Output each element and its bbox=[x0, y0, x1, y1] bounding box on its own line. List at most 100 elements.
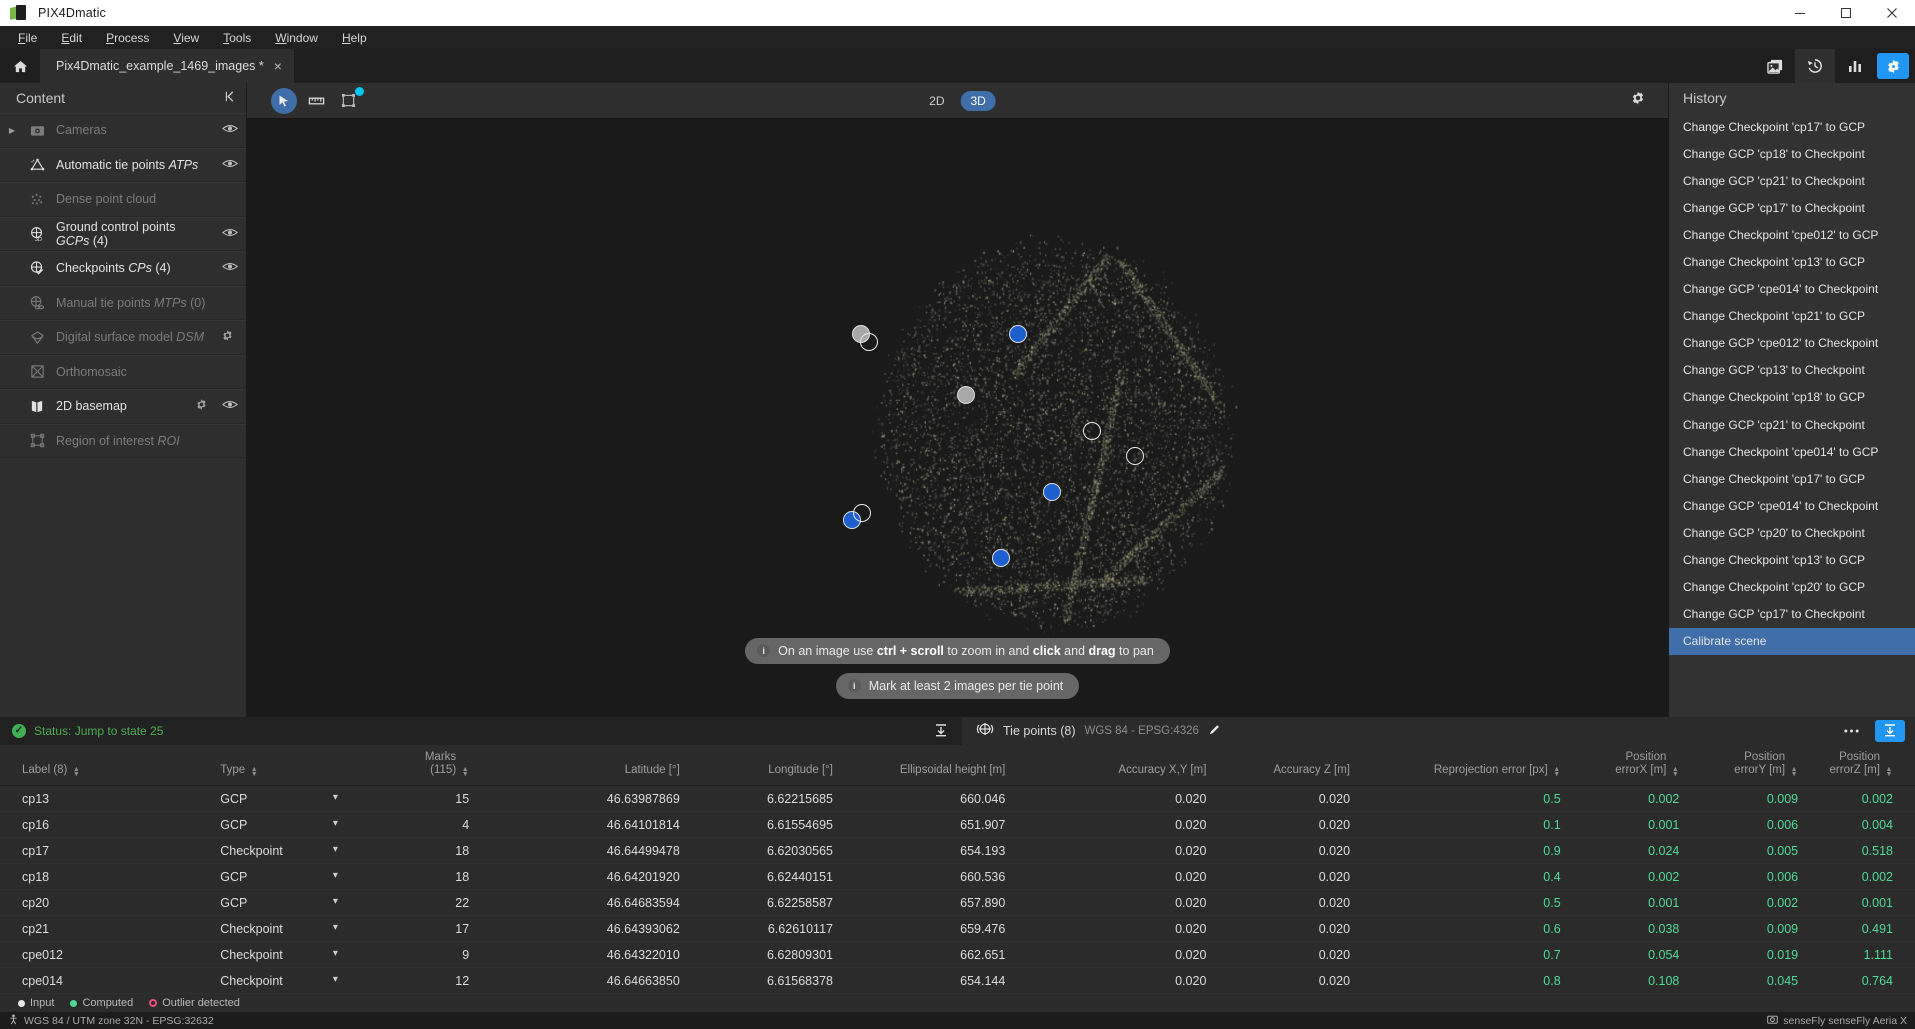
tie-point-marker-gcp[interactable] bbox=[1009, 325, 1027, 343]
sort-icon[interactable]: ▲▼ bbox=[1885, 767, 1893, 777]
menu-item-window[interactable]: Window bbox=[263, 29, 330, 47]
menu-item-tools[interactable]: Tools bbox=[211, 29, 263, 47]
visibility-eye-icon[interactable] bbox=[222, 123, 238, 137]
project-tab[interactable]: Pix4Dmatic_example_1469_images * × bbox=[40, 49, 294, 83]
sidebar-item-dense-point-cloud[interactable]: Dense point cloud bbox=[0, 182, 246, 217]
cell-type[interactable]: Checkpoint▾ bbox=[220, 942, 364, 968]
close-icon[interactable]: × bbox=[274, 59, 282, 73]
sidebar-item-manual-tie-points[interactable]: Manual tie points MTPs (0) bbox=[0, 286, 246, 321]
collapse-panel-icon[interactable] bbox=[223, 89, 238, 107]
cell-type[interactable]: GCP▾ bbox=[220, 812, 364, 838]
column-header-lon[interactable]: Longitude [°] bbox=[680, 745, 833, 786]
select-tool[interactable] bbox=[271, 88, 297, 114]
tie-point-marker-ring[interactable] bbox=[853, 504, 871, 522]
import-icon[interactable] bbox=[920, 717, 962, 745]
chevron-down-icon[interactable]: ▾ bbox=[333, 870, 364, 881]
chevron-down-icon[interactable]: ▾ bbox=[333, 818, 364, 829]
view-2d-button[interactable]: 2D bbox=[919, 91, 954, 111]
history-item[interactable]: Change GCP 'cp21' to Checkpoint bbox=[1669, 411, 1915, 438]
settings-icon[interactable] bbox=[1877, 53, 1909, 79]
column-header-errz[interactable]: PositionerrorZ [m]▲▼ bbox=[1798, 745, 1915, 786]
sort-icon[interactable]: ▲▼ bbox=[1553, 767, 1561, 777]
home-icon[interactable] bbox=[0, 49, 40, 83]
tie-point-marker-ring[interactable] bbox=[1126, 447, 1144, 465]
camera-status[interactable]: senseFly senseFly Aeria X bbox=[1767, 1014, 1907, 1028]
maximize-button[interactable] bbox=[1823, 0, 1869, 26]
history-item[interactable]: Change Checkpoint 'cp13' to GCP bbox=[1669, 547, 1915, 574]
tie-point-marker-gcp[interactable] bbox=[1043, 483, 1061, 501]
tie-point-marker-gcp[interactable] bbox=[992, 549, 1010, 567]
history-item[interactable]: Change GCP 'cp17' to Checkpoint bbox=[1669, 194, 1915, 221]
cell-type[interactable]: GCP▾ bbox=[220, 786, 364, 812]
point-cloud-canvas[interactable]: i On an image use ctrl + scroll to zoom … bbox=[247, 119, 1668, 717]
more-options-icon[interactable] bbox=[1836, 720, 1866, 742]
sort-icon[interactable]: ▲▼ bbox=[1790, 767, 1798, 777]
history-list[interactable]: Change Checkpoint 'cp17' to GCP Change GC… bbox=[1669, 113, 1915, 717]
sort-icon[interactable]: ▲▼ bbox=[461, 767, 469, 777]
column-header-reproj[interactable]: Reprojection error [px]▲▼ bbox=[1350, 745, 1561, 786]
history-item[interactable]: Change GCP 'cpe012' to Checkpoint bbox=[1669, 330, 1915, 357]
history-item[interactable]: Calibrate scene bbox=[1669, 628, 1915, 655]
history-item[interactable]: Change GCP 'cpe014' to Checkpoint bbox=[1669, 492, 1915, 519]
column-header-label[interactable]: Label (8)▲▼ bbox=[0, 745, 220, 786]
menu-item-view[interactable]: View bbox=[161, 29, 211, 47]
cell-type[interactable]: Checkpoint▾ bbox=[220, 968, 364, 994]
cell-type[interactable]: Checkpoint▾ bbox=[220, 916, 364, 942]
table-row[interactable]: cp17Checkpoint▾1846.644994786.6203056565… bbox=[0, 838, 1915, 864]
history-item[interactable]: Change Checkpoint 'cp18' to GCP bbox=[1669, 384, 1915, 411]
history-icon[interactable] bbox=[1795, 49, 1835, 83]
export-icon[interactable] bbox=[1875, 720, 1905, 742]
column-header-marks[interactable]: Marks(115)▲▼ bbox=[364, 745, 469, 786]
history-item[interactable]: Change Checkpoint 'cpe014' to GCP bbox=[1669, 438, 1915, 465]
statistics-icon[interactable] bbox=[1835, 49, 1875, 83]
table-row[interactable]: cp21Checkpoint▾1746.643930626.6261011765… bbox=[0, 916, 1915, 942]
column-header-type[interactable]: Type▲▼ bbox=[220, 745, 364, 786]
chevron-down-icon[interactable]: ▾ bbox=[333, 792, 364, 803]
sort-icon[interactable]: ▲▼ bbox=[72, 767, 80, 777]
column-header-accz[interactable]: Accuracy Z [m] bbox=[1206, 745, 1350, 786]
tie-point-marker-checkpoint[interactable] bbox=[957, 386, 975, 404]
expand-arrow-icon[interactable]: ▶ bbox=[6, 126, 18, 135]
history-item[interactable]: Change GCP 'cp21' to Checkpoint bbox=[1669, 167, 1915, 194]
visibility-eye-icon[interactable] bbox=[222, 158, 238, 172]
layer-settings-icon[interactable] bbox=[221, 329, 234, 345]
view-3d-button[interactable]: 3D bbox=[961, 91, 996, 111]
history-item[interactable]: Change GCP 'cp13' to Checkpoint bbox=[1669, 357, 1915, 384]
images-icon[interactable] bbox=[1755, 49, 1795, 83]
history-item[interactable]: Change Checkpoint 'cp20' to GCP bbox=[1669, 574, 1915, 601]
table-row[interactable]: cpe012Checkpoint▾946.643220106.628093016… bbox=[0, 942, 1915, 968]
measure-tool[interactable] bbox=[303, 88, 329, 114]
sidebar-item-ground-control-points[interactable]: 3DGround control points GCPs (4) bbox=[0, 217, 246, 252]
chevron-down-icon[interactable]: ▾ bbox=[333, 896, 364, 907]
layer-settings-icon[interactable] bbox=[195, 398, 208, 414]
sidebar-item-2d-basemap[interactable]: 2D basemap bbox=[0, 389, 246, 424]
history-item[interactable]: Change GCP 'cpe014' to Checkpoint bbox=[1669, 276, 1915, 303]
crs-status[interactable]: WGS 84 / UTM zone 32N - EPSG:32632 bbox=[8, 1014, 214, 1028]
crop-box-tool[interactable] bbox=[335, 88, 361, 114]
tie-point-marker-ring[interactable] bbox=[1083, 422, 1101, 440]
column-header-height[interactable]: Ellipsoidal height [m] bbox=[833, 745, 1005, 786]
sidebar-item-cameras[interactable]: ▶Cameras bbox=[0, 113, 246, 148]
chevron-down-icon[interactable]: ▾ bbox=[333, 922, 364, 933]
visibility-eye-icon[interactable] bbox=[222, 261, 238, 275]
menu-item-edit[interactable]: Edit bbox=[49, 29, 94, 47]
visibility-eye-icon[interactable] bbox=[222, 399, 238, 413]
sidebar-item-region-of-interest[interactable]: Region of interest ROI bbox=[0, 424, 246, 459]
history-item[interactable]: Change Checkpoint 'cp17' to GCP bbox=[1669, 113, 1915, 140]
menu-item-file[interactable]: File bbox=[6, 29, 49, 47]
close-button[interactable] bbox=[1869, 0, 1915, 26]
cell-type[interactable]: GCP▾ bbox=[220, 864, 364, 890]
history-item[interactable]: Change Checkpoint 'cp13' to GCP bbox=[1669, 248, 1915, 275]
chevron-down-icon[interactable]: ▾ bbox=[333, 844, 364, 855]
column-header-lat[interactable]: Latitude [°] bbox=[469, 745, 680, 786]
history-item[interactable]: Change Checkpoint 'cp21' to GCP bbox=[1669, 303, 1915, 330]
sidebar-item-checkpoints[interactable]: Checkpoints CPs (4) bbox=[0, 251, 246, 286]
sidebar-item-automatic-tie-points[interactable]: Automatic tie points ATPs bbox=[0, 148, 246, 183]
sidebar-item-orthomosaic[interactable]: Orthomosaic bbox=[0, 355, 246, 390]
chevron-down-icon[interactable]: ▾ bbox=[333, 974, 364, 985]
table-row[interactable]: cp18GCP▾1846.642019206.62440151660.5360.… bbox=[0, 864, 1915, 890]
history-item[interactable]: Change GCP 'cp20' to Checkpoint bbox=[1669, 519, 1915, 546]
column-header-erry[interactable]: PositionerrorY [m]▲▼ bbox=[1679, 745, 1798, 786]
sidebar-item-digital-surface-model[interactable]: Digital surface model DSM bbox=[0, 320, 246, 355]
history-item[interactable]: Change Checkpoint 'cpe012' to GCP bbox=[1669, 221, 1915, 248]
